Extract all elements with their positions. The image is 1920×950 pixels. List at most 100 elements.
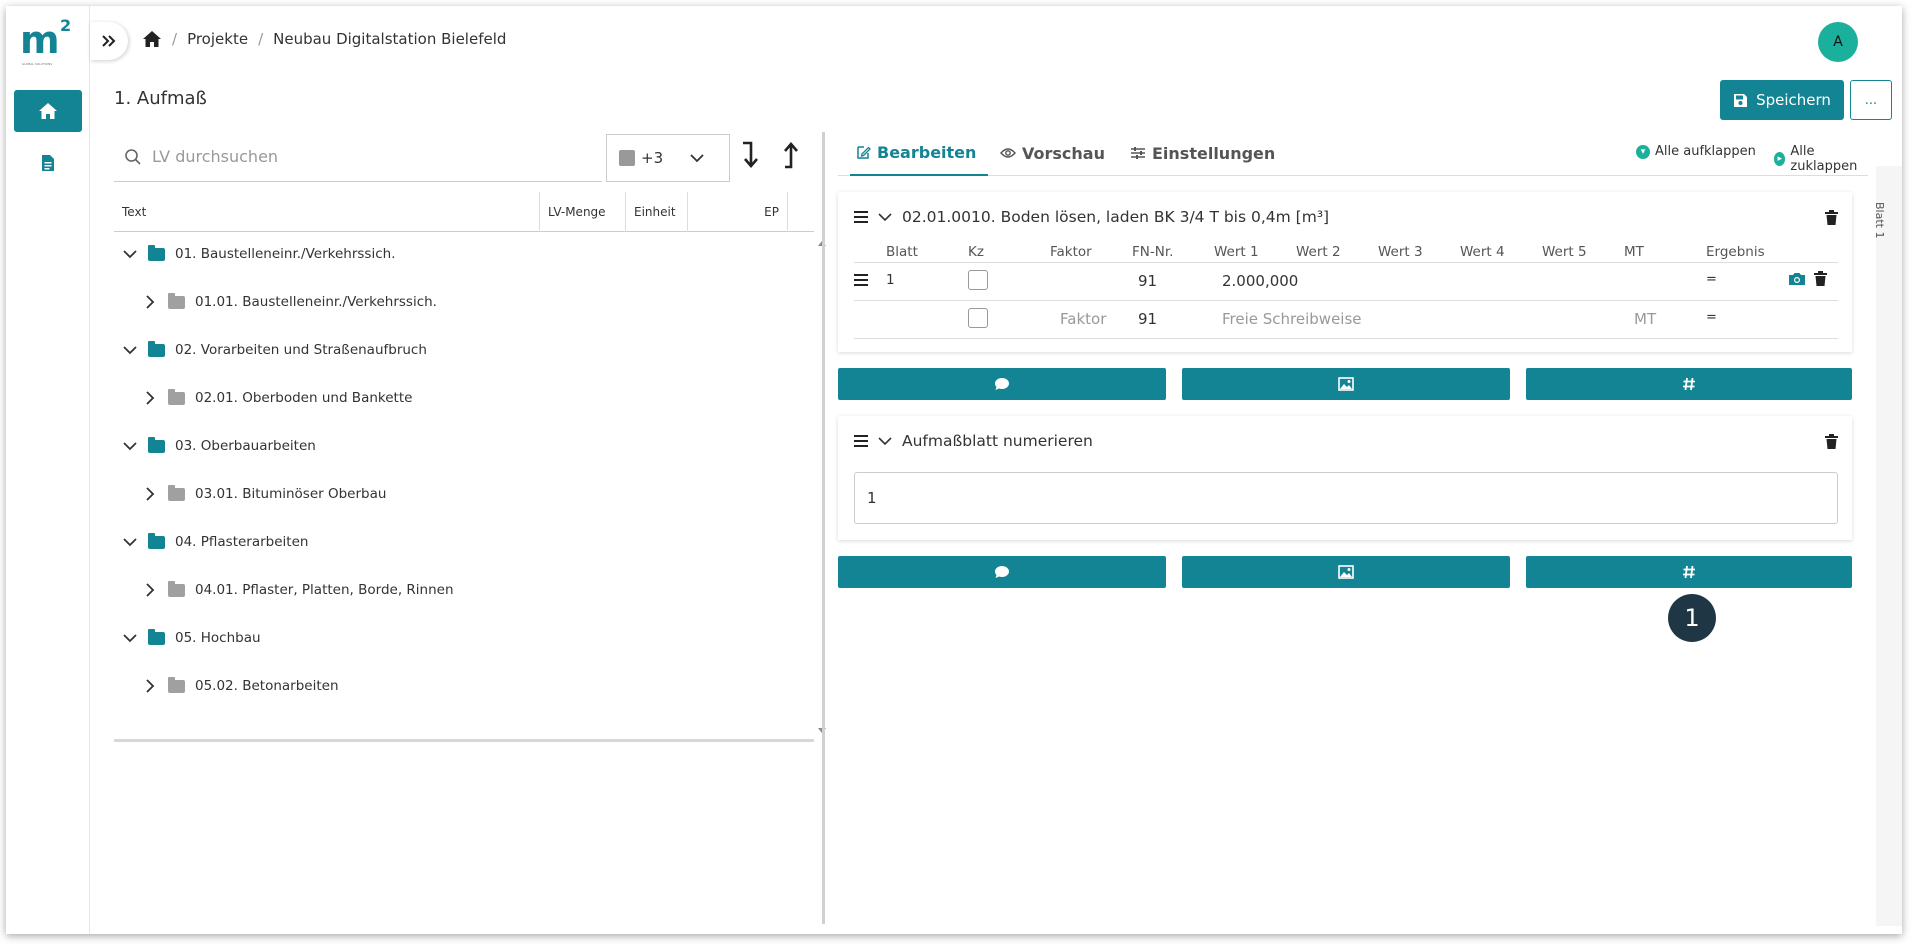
- cell-blatt[interactable]: 1: [886, 272, 895, 288]
- column-header-text[interactable]: Text: [114, 192, 540, 232]
- breadcrumb-separator: /: [172, 30, 178, 48]
- tree-node[interactable]: 01.01. Baustelleneinr./Verkehrssich.: [142, 284, 437, 320]
- row-divider: [854, 338, 1838, 339]
- edit-icon: [857, 145, 871, 159]
- main-area: / Projekte / Neubau Digitalstation Biele…: [90, 6, 1902, 934]
- more-options-button[interactable]: ...: [1850, 80, 1892, 120]
- chevron-right-icon[interactable]: [142, 678, 158, 694]
- sort-ascending-button[interactable]: [782, 140, 802, 177]
- kz-checkbox[interactable]: [968, 270, 988, 290]
- tree-node[interactable]: 03.01. Bituminöser Oberbau: [142, 476, 386, 512]
- col-fn-nr: FN-Nr.: [1132, 244, 1174, 260]
- fn-nr-input[interactable]: 91: [1138, 310, 1157, 328]
- column-header-lv-menge[interactable]: LV-Menge: [540, 192, 626, 232]
- numbering-card-header[interactable]: Aufmaßblatt numerieren: [854, 432, 1093, 450]
- tree-node[interactable]: 03. Oberbauarbeiten: [122, 428, 316, 464]
- tab-settings[interactable]: Einstellungen: [1130, 130, 1275, 176]
- collapse-all-button[interactable]: ▸ Alle zuklappen: [1774, 144, 1868, 174]
- home-icon[interactable]: [142, 30, 162, 48]
- arrow-turn-down-icon: [743, 141, 758, 168]
- add-comment-button[interactable]: [838, 556, 1166, 588]
- chevron-right-icon[interactable]: [142, 294, 158, 310]
- drag-handle-icon[interactable]: [854, 274, 868, 286]
- tree-node[interactable]: 02.01. Oberboden und Bankette: [142, 380, 412, 416]
- save-button[interactable]: Speichern: [1720, 80, 1844, 120]
- folder-open-icon: [148, 436, 165, 453]
- document-icon: [42, 155, 54, 171]
- sidebar-item-documents[interactable]: [14, 142, 82, 184]
- cell-fn-nr[interactable]: 91: [1138, 272, 1157, 290]
- hash-icon: [1683, 377, 1695, 391]
- row-divider: [854, 262, 1838, 263]
- chevron-down-icon[interactable]: [122, 345, 138, 355]
- chevron-down-icon[interactable]: [122, 537, 138, 547]
- chevron-down-icon[interactable]: [878, 212, 892, 222]
- tree-node[interactable]: 04. Pflasterarbeiten: [122, 524, 308, 560]
- chevron-down-icon[interactable]: [122, 441, 138, 451]
- tab-preview[interactable]: Vorschau: [1000, 130, 1105, 176]
- sheet-scroll-strip[interactable]: [1876, 166, 1902, 926]
- chevron-down-icon[interactable]: [122, 633, 138, 643]
- sort-descending-button[interactable]: [740, 140, 760, 177]
- tree-node-label: 05. Hochbau: [175, 630, 261, 646]
- position-card-header[interactable]: 02.01.0010. Boden lösen, laden BK 3/4 T …: [854, 208, 1329, 226]
- kz-checkbox[interactable]: [968, 308, 988, 328]
- column-header-einheit[interactable]: Einheit: [626, 192, 688, 232]
- add-comment-button[interactable]: [838, 368, 1166, 400]
- camera-icon[interactable]: [1788, 272, 1806, 286]
- tree-node[interactable]: 02. Vorarbeiten und Straßenaufbruch: [122, 332, 427, 368]
- chevron-right-icon[interactable]: [142, 582, 158, 598]
- tree-node[interactable]: 05. Hochbau: [122, 620, 261, 656]
- lv-panel: LV durchsuchen +3 Text LV-Menge Einheit …: [114, 132, 826, 932]
- filter-select[interactable]: +3: [606, 134, 730, 182]
- add-numbering-button[interactable]: [1526, 368, 1852, 400]
- col-wert-5: Wert 5: [1542, 244, 1587, 260]
- sidebar-item-home[interactable]: [14, 90, 82, 132]
- panel-resize-handle[interactable]: [822, 132, 825, 924]
- tree-node[interactable]: 01. Baustelleneinr./Verkehrssich.: [122, 236, 396, 272]
- cell-wert-1[interactable]: 2.000,000: [1222, 272, 1298, 290]
- drag-handle-icon[interactable]: [854, 211, 868, 223]
- free-text-input[interactable]: Freie Schreibweise: [1222, 310, 1362, 328]
- col-kz: Kz: [968, 244, 984, 260]
- tab-edit[interactable]: Bearbeiten: [850, 130, 989, 176]
- breadcrumb-project[interactable]: Neubau Digitalstation Bielefeld: [273, 30, 506, 48]
- chevron-down-icon[interactable]: [878, 436, 892, 446]
- tree-node-label: 02.01. Oberboden und Bankette: [195, 390, 413, 406]
- trash-icon[interactable]: [1814, 271, 1827, 286]
- col-mt: MT: [1624, 244, 1644, 260]
- trash-icon[interactable]: [1825, 434, 1838, 449]
- chevron-down-icon: [690, 154, 704, 163]
- save-icon: [1734, 93, 1748, 107]
- breadcrumb-projects[interactable]: Projekte: [187, 30, 248, 48]
- home-icon: [39, 103, 57, 119]
- chevron-right-icon[interactable]: [142, 486, 158, 502]
- tree-node[interactable]: 05.02. Betonarbeiten: [142, 668, 339, 704]
- folder-icon: [168, 676, 185, 693]
- col-wert-2: Wert 2: [1296, 244, 1341, 260]
- mt-input[interactable]: MT: [1634, 310, 1656, 328]
- image-icon: [1338, 377, 1354, 391]
- trash-icon[interactable]: [1825, 210, 1838, 225]
- tree-node[interactable]: 04.01. Pflaster, Platten, Borde, Rinnen: [142, 572, 454, 608]
- editor-panel: Bearbeiten Vorschau Einstellungen ▾ Alle…: [838, 130, 1878, 930]
- lv-search-input[interactable]: LV durchsuchen: [114, 132, 602, 182]
- faktor-input[interactable]: Faktor: [1060, 310, 1106, 328]
- expand-sidebar-button[interactable]: [90, 22, 128, 60]
- hash-icon: [1683, 565, 1695, 579]
- expand-all-button[interactable]: ▾ Alle aufklappen: [1636, 144, 1756, 159]
- chevron-right-icon[interactable]: [142, 390, 158, 406]
- drag-handle-icon[interactable]: [854, 435, 868, 447]
- add-numbering-button[interactable]: [1526, 556, 1852, 588]
- folder-open-icon: [148, 628, 165, 645]
- add-image-button[interactable]: [1182, 368, 1510, 400]
- app-logo[interactable]: m 2 GLOBAL SOLUTIONS: [20, 16, 76, 68]
- add-image-button[interactable]: [1182, 556, 1510, 588]
- column-header-ep[interactable]: EP: [688, 192, 788, 232]
- sheet-number-input[interactable]: 1: [854, 472, 1838, 524]
- user-avatar[interactable]: A: [1818, 22, 1858, 62]
- sheet-tab-label[interactable]: Blatt 1: [1873, 202, 1886, 238]
- chevron-down-icon[interactable]: [122, 249, 138, 259]
- filter-swatch: [619, 150, 635, 166]
- col-blatt: Blatt: [886, 244, 918, 260]
